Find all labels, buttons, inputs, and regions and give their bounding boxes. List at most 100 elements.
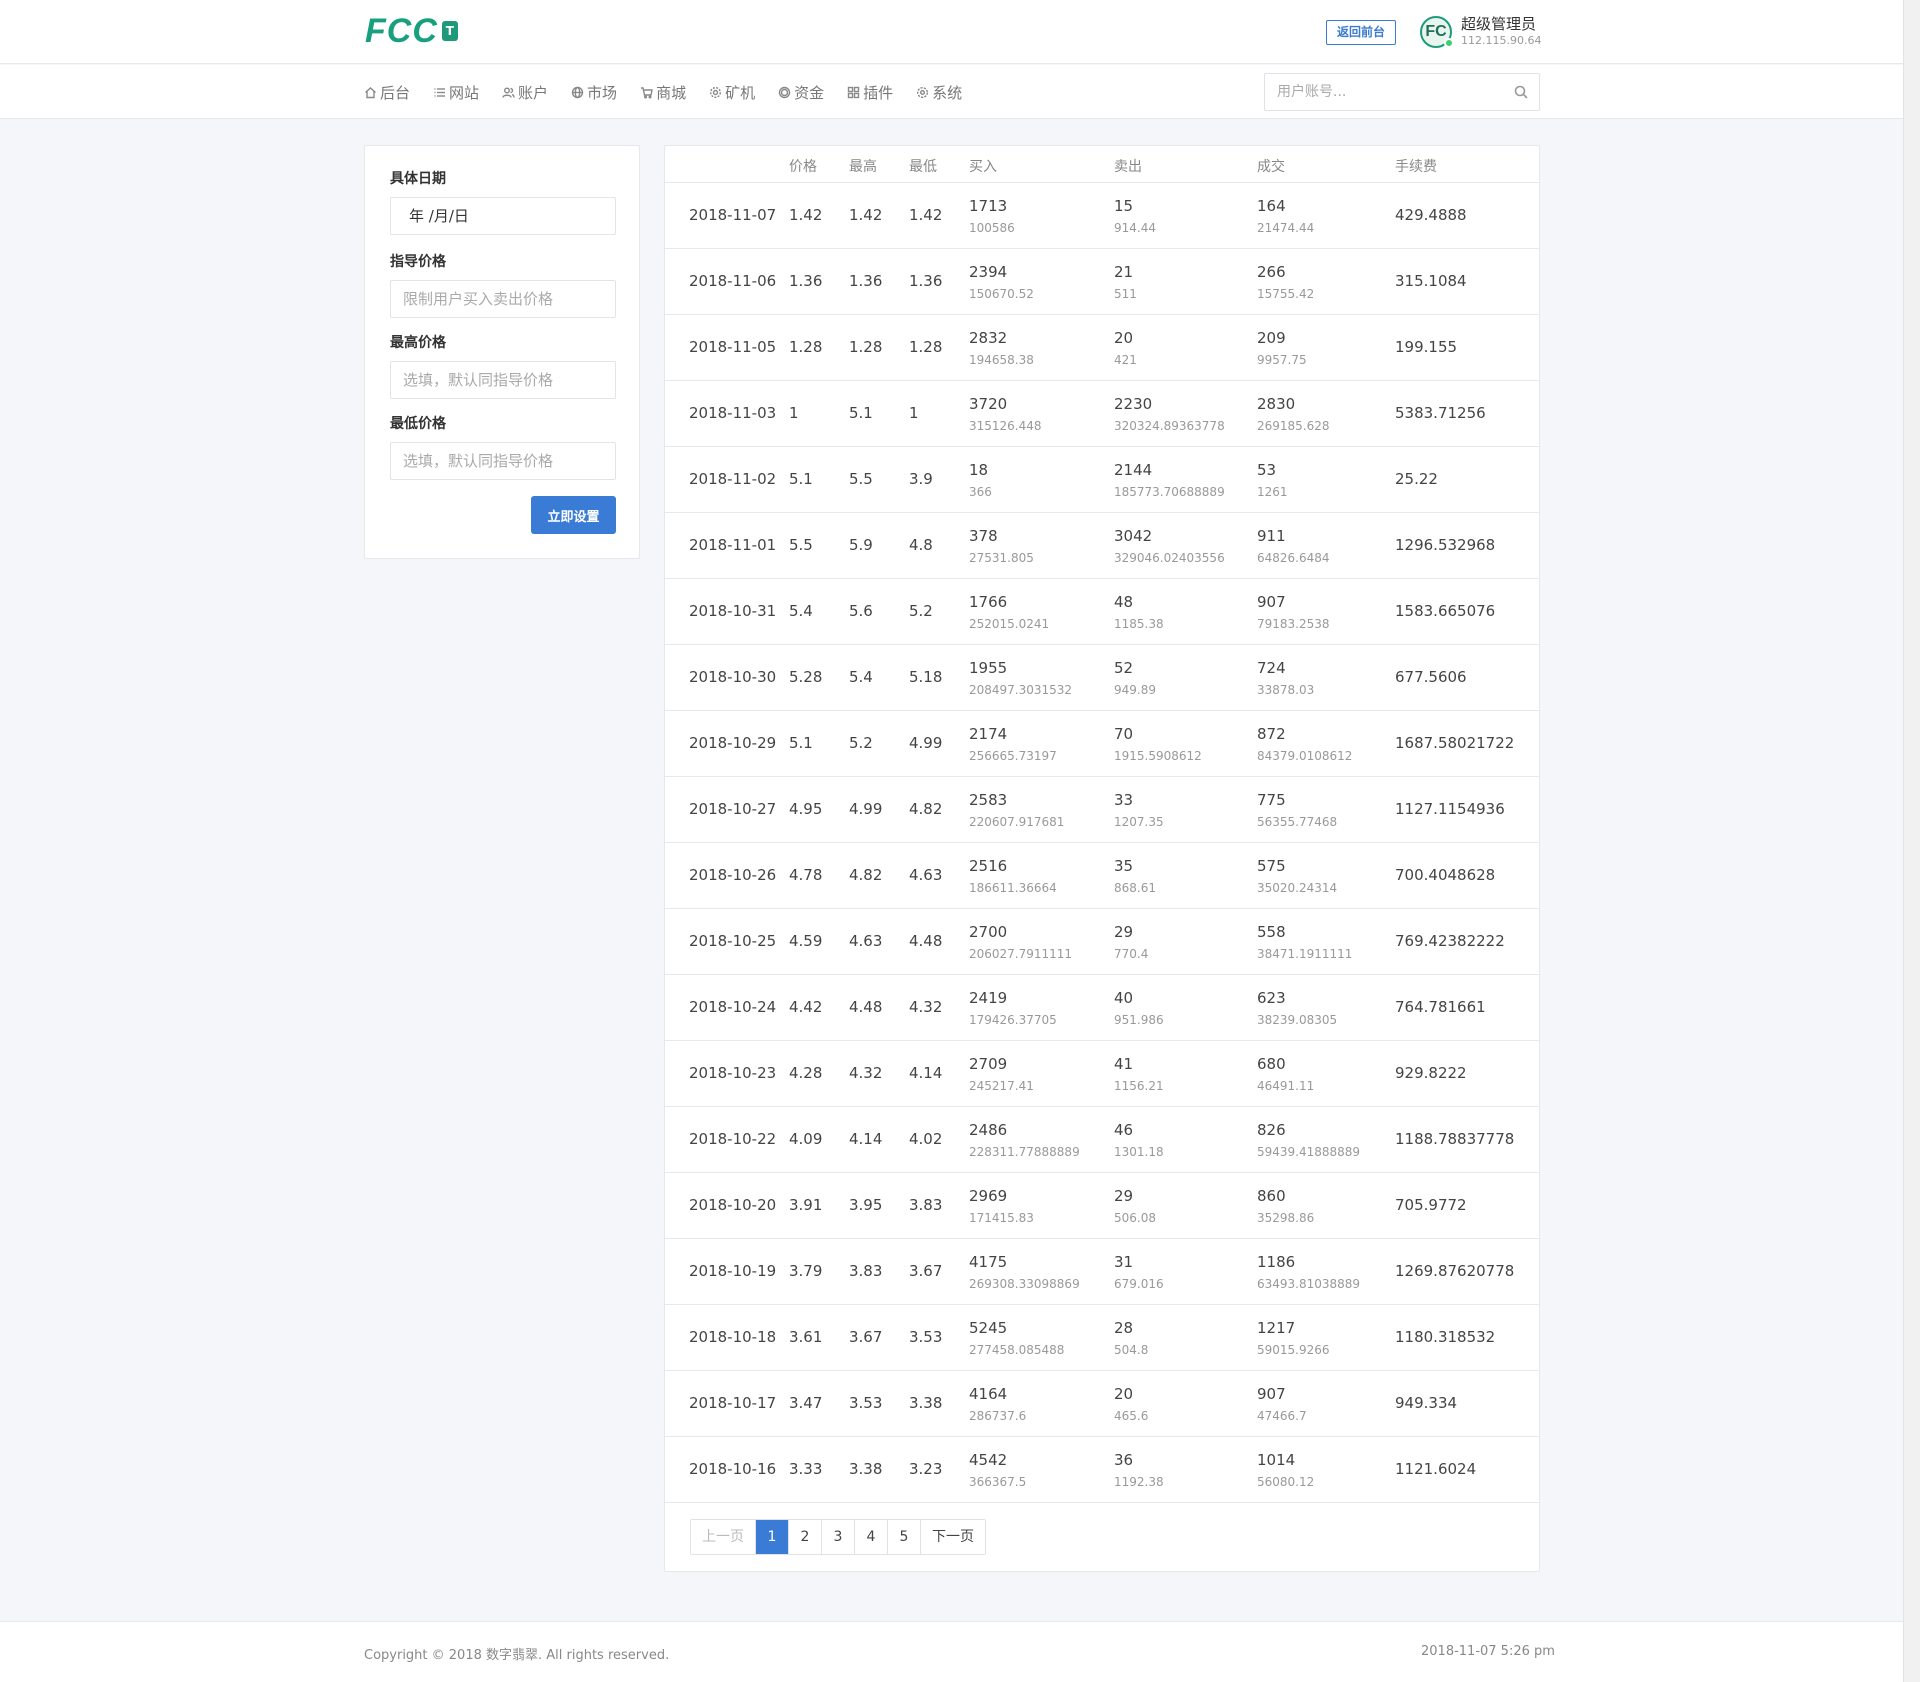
logo-text: FCC [365,12,438,50]
cell-price: 3.79 [789,1262,823,1280]
page-button-1[interactable]: 1 [756,1520,789,1554]
nav-item-2[interactable]: 账户 [502,65,548,119]
table-row: 2018-11-06 1.36 1.36 1.36 315.1084 2394 150670… [665,249,1539,315]
column-header-4: 买入 [969,159,997,175]
table-row: 2018-10-20 3.91 3.95 3.83 705.9772 2969 171415… [665,1173,1539,1239]
table-row: 2018-10-25 4.59 4.63 4.48 769.42382222 2700 20… [665,909,1539,975]
prev-page-button[interactable]: 上一页 [691,1520,756,1554]
cell-fee: 949.334 [1395,1394,1458,1412]
price-settings-form: 具体日期 年 /月/日 指导价格 最高价格 最低价格 立即设置 [364,145,640,559]
cell-sell-amount: 1156.21 [1114,1079,1164,1093]
cell-high: 5.5 [849,470,873,488]
page-button-4[interactable]: 4 [855,1520,888,1554]
cell-deal-amount: 9957.75 [1257,353,1307,367]
column-header-1: 价格 [789,159,817,175]
cell-date: 2018-10-30 [689,668,777,686]
logo[interactable]: FCC T [365,12,458,50]
cell-fee: 929.8222 [1395,1064,1467,1082]
high-price-field[interactable] [390,361,616,399]
low-price-field[interactable] [390,442,616,480]
cell-date: 2018-10-23 [689,1064,777,1082]
nav-item-0[interactable]: 后台 [364,65,410,119]
page-button-2[interactable]: 2 [789,1520,822,1554]
cell-date: 2018-10-29 [689,734,777,752]
cell-deal-amount: 47466.7 [1257,1409,1307,1423]
cell-deal-amount: 46491.11 [1257,1079,1315,1093]
cell-deal: 558 [1257,923,1286,941]
nav-item-8[interactable]: 系统 [916,65,962,119]
cell-price: 5.1 [789,734,813,752]
cell-sell: 40 [1114,989,1134,1007]
cell-date: 2018-10-19 [689,1262,777,1280]
table-row: 2018-10-31 5.4 5.6 5.2 1583.665076 1766 252015… [665,579,1539,645]
cell-deal-amount: 269185.628 [1257,419,1330,433]
column-header-5: 卖出 [1114,159,1142,175]
main-nav: 后台 网站 账户 市场 商城 矿机 资金 插件 系统 [0,65,1903,119]
date-field[interactable]: 年 /月/日 [390,197,616,235]
cell-sell-amount: 1185.38 [1114,617,1164,631]
search-icon[interactable] [1514,85,1528,99]
nav-item-6[interactable]: 资金 [778,65,824,119]
scrollbar-thumb[interactable] [1907,0,1918,1682]
table-row: 2018-10-26 4.78 4.82 4.63 700.4048628 2516 186… [665,843,1539,909]
cell-deal: 860 [1257,1187,1286,1205]
cell-buy: 378 [969,527,998,545]
cell-buy-amount: 208497.3031532 [969,683,1073,697]
user-name[interactable]: 超级管理员 [1461,13,1536,34]
cell-high: 4.48 [849,998,883,1016]
cell-sell-amount: 511 [1114,287,1137,301]
cell-buy: 18 [969,461,989,479]
page-button-5[interactable]: 5 [888,1520,921,1554]
cell-buy: 2700 [969,923,1008,941]
next-page-button[interactable]: 下一页 [921,1520,985,1554]
logo-badge: T [441,21,458,41]
top-header: FCC T 返回前台 FC 超级管理员 112.115.90.64 [0,0,1903,64]
nav-item-5[interactable]: 矿机 [709,65,755,119]
page-scrollbar[interactable] [1903,0,1920,1682]
cell-high: 5.2 [849,734,873,752]
cell-buy-amount: 366367.5 [969,1475,1027,1489]
cell-buy-amount: 366 [969,485,992,499]
back-to-frontend-button[interactable]: 返回前台 [1326,20,1396,45]
cell-date: 2018-10-16 [689,1460,777,1478]
market-history-table: 价格 最高 最低 买入 卖出 成交 手续费 2018-11-07 1.42 1.42 1.42 42… [664,145,1540,1572]
cell-buy-amount: 100586 [969,221,1015,235]
table-row: 2018-10-23 4.28 4.32 4.14 929.8222 2709 245217… [665,1041,1539,1107]
cell-date: 2018-11-07 [689,206,777,224]
admin-page: FCC T 返回前台 FC 超级管理员 112.115.90.64 后台 网站 账户… [0,0,1903,1682]
cell-deal: 623 [1257,989,1286,1007]
cell-price: 5.4 [789,602,813,620]
cell-price: 1.28 [789,338,823,356]
cell-fee: 677.5606 [1395,668,1467,686]
cell-deal-amount: 56355.77468 [1257,815,1338,829]
cell-date: 2018-10-31 [689,602,777,620]
nav-item-1[interactable]: 网站 [433,65,479,119]
cell-date: 2018-10-24 [689,998,777,1016]
cell-deal-amount: 64826.6484 [1257,551,1330,565]
nav-item-4[interactable]: 商城 [640,65,686,119]
cell-deal: 872 [1257,725,1286,743]
cell-deal-amount: 79183.2538 [1257,617,1330,631]
cell-price: 4.42 [789,998,823,1016]
column-header-2: 最高 [849,159,877,175]
nav-item-label: 商城 [656,83,687,102]
cell-date: 2018-11-06 [689,272,777,290]
page-button-3[interactable]: 3 [822,1520,855,1554]
cell-low: 5.18 [909,668,943,686]
cell-sell-amount: 185773.70688889 [1114,485,1225,499]
search-input[interactable] [1265,74,1495,110]
guide-price-field[interactable] [390,280,616,318]
submit-button[interactable]: 立即设置 [531,496,616,534]
settings-icon [916,86,932,99]
cell-deal: 1217 [1257,1319,1296,1337]
cell-low: 3.67 [909,1262,943,1280]
nav-item-7[interactable]: 插件 [847,65,893,119]
cell-sell: 31 [1114,1253,1134,1271]
cell-sell-amount: 770.4 [1114,947,1149,961]
nav-item-3[interactable]: 市场 [571,65,617,119]
cell-price: 3.61 [789,1328,823,1346]
cell-sell-amount: 949.89 [1114,683,1156,697]
cell-buy-amount: 228311.77888889 [969,1145,1080,1159]
cell-sell: 33 [1114,791,1134,809]
list-icon [433,86,449,99]
